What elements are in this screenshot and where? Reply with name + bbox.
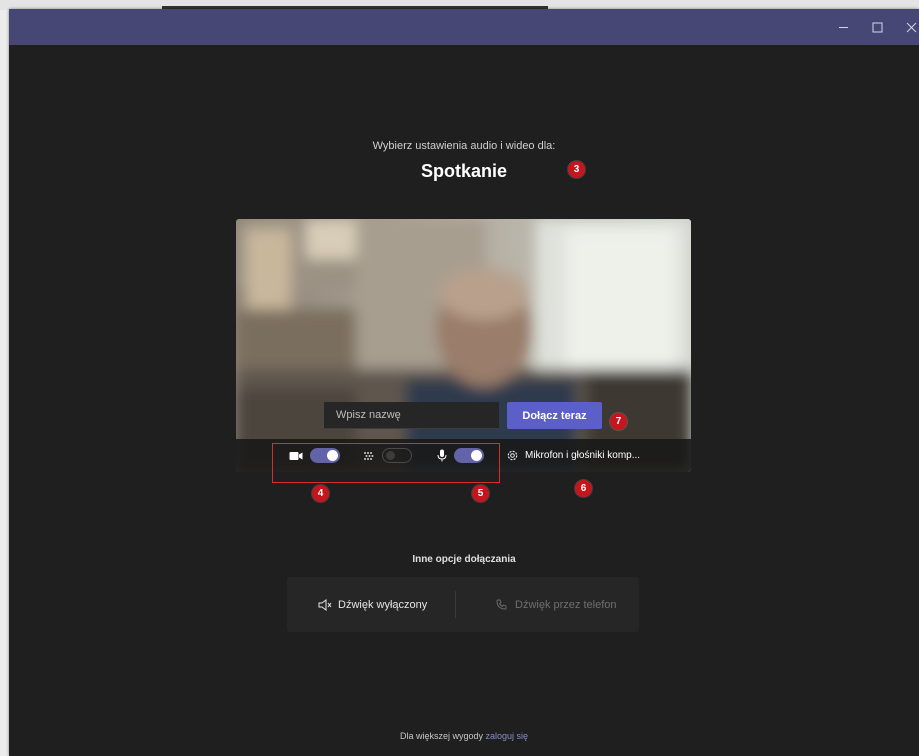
teams-window: Wybierz ustawienia audio i wideo dla: Sp… xyxy=(9,9,919,756)
other-join-options-heading: Inne opcje dołączania xyxy=(412,554,516,565)
annotation-highlight-box xyxy=(272,443,500,483)
gear-icon xyxy=(507,450,518,461)
minimize-button[interactable] xyxy=(825,9,861,45)
sign-in-link[interactable]: zaloguj się xyxy=(486,731,529,741)
other-join-options-panel: Dźwięk wyłączony Dźwięk przez telefon xyxy=(287,577,639,632)
video-preview: Dołącz teraz xyxy=(236,219,691,472)
phone-audio-label: Dźwięk przez telefon xyxy=(515,598,617,611)
options-divider xyxy=(455,591,456,618)
close-icon xyxy=(906,22,916,32)
annotation-badge-4: 4 xyxy=(312,485,329,502)
phone-audio-option[interactable]: Dźwięk przez telefon xyxy=(496,577,617,632)
phone-icon xyxy=(496,599,507,610)
footer-text: Dla większej wygody xyxy=(399,731,483,741)
annotation-badge-5: 5 xyxy=(472,485,489,502)
audio-off-option[interactable]: Dźwięk wyłączony xyxy=(318,577,427,632)
footer-sign-in-hint: Dla większej wygody zaloguj się xyxy=(9,731,919,741)
maximize-button[interactable] xyxy=(859,9,895,45)
annotation-badge-6: 6 xyxy=(575,480,592,497)
annotation-badge-7: 7 xyxy=(610,413,627,430)
name-input[interactable] xyxy=(324,402,499,429)
prejoin-subtitle: Wybierz ustawienia audio i wideo dla: xyxy=(372,140,556,152)
maximize-icon xyxy=(872,22,882,32)
annotation-badge-3: 3 xyxy=(568,161,585,178)
device-settings-label: Mikrofon i głośniki komp... xyxy=(525,450,641,461)
audio-off-label: Dźwięk wyłączony xyxy=(338,598,428,611)
meeting-title: Spotkanie xyxy=(420,161,508,181)
speaker-off-icon xyxy=(318,598,332,611)
device-settings-button[interactable]: Mikrofon i głośniki komp... xyxy=(506,439,640,472)
camera-feed-image xyxy=(236,219,691,472)
join-now-button[interactable]: Dołącz teraz xyxy=(507,402,602,429)
close-button[interactable] xyxy=(893,9,919,45)
minimize-icon xyxy=(838,26,848,28)
title-bar xyxy=(9,9,919,45)
prejoin-screen: Wybierz ustawienia audio i wideo dla: Sp… xyxy=(9,45,919,756)
